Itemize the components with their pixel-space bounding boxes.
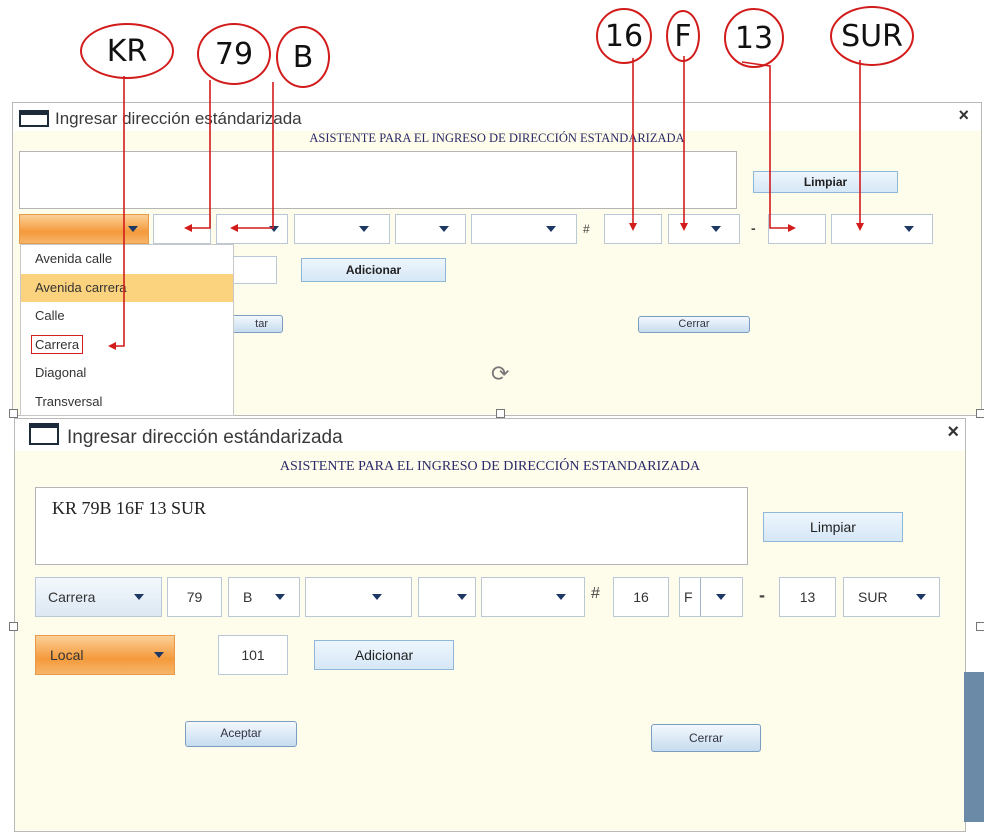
quadrant1-select[interactable]: [481, 577, 585, 617]
quadrant1-select[interactable]: [471, 214, 577, 244]
hash-symbol: #: [583, 222, 590, 236]
cross-number-input[interactable]: 16: [613, 577, 669, 617]
cross-letter-select[interactable]: F: [679, 577, 743, 617]
via-letter-select[interactable]: B: [228, 577, 300, 617]
background-panel-edge: [964, 672, 984, 822]
selection-handle[interactable]: [496, 409, 505, 418]
rotate-icon[interactable]: ⟳: [491, 361, 509, 387]
close-button[interactable]: Cerrar: [651, 724, 761, 752]
via-type-dropdown[interactable]: Avenida calle Avenida carrera Calle Carr…: [20, 244, 234, 416]
window-icon: [29, 423, 59, 445]
dropdown-item-avenida-calle[interactable]: Avenida calle: [21, 245, 233, 274]
dialog-bottom-title: Ingresar dirección estándarizada: [67, 427, 343, 448]
cross-letter-select[interactable]: [668, 214, 740, 244]
accept-button[interactable]: Aceptar: [185, 721, 297, 747]
selection-handle[interactable]: [9, 622, 18, 631]
via-type-select[interactable]: [19, 214, 149, 244]
callout-79: 79: [197, 23, 271, 85]
property-number-input[interactable]: 101: [218, 635, 288, 675]
property-number-input[interactable]: [233, 256, 277, 284]
callout-b: B: [276, 26, 330, 88]
callout-f: F: [666, 10, 700, 62]
callout-13: 13: [724, 8, 784, 68]
window-icon: [19, 110, 49, 127]
accept-button[interactable]: tar: [227, 315, 283, 333]
close-button[interactable]: Cerrar: [638, 316, 750, 333]
dialog-top-titlebar: Ingresar dirección estándarizada ×: [13, 103, 981, 131]
callout-sur: SUR: [830, 6, 914, 66]
quadrant2-select[interactable]: SUR: [843, 577, 940, 617]
dialog-bottom-close-icon[interactable]: ×: [947, 421, 959, 444]
plate-number-input[interactable]: [768, 214, 826, 244]
clear-button[interactable]: Limpiar: [763, 512, 903, 542]
callout-16: 16: [596, 8, 652, 64]
dropdown-item-calle[interactable]: Calle: [21, 302, 233, 331]
letter2-select[interactable]: [418, 577, 476, 617]
dash-symbol: -: [759, 585, 765, 605]
via-type-select[interactable]: Carrera: [35, 577, 162, 617]
hash-symbol: #: [591, 585, 600, 602]
dialog-top-title: Ingresar dirección estándarizada: [55, 109, 302, 128]
dash-symbol: -: [751, 220, 756, 236]
dialog-top-close-icon[interactable]: ×: [958, 105, 969, 126]
address-textarea[interactable]: [19, 151, 737, 209]
dialog-bottom: Ingresar dirección estándarizada × ASIST…: [14, 418, 966, 832]
add-button[interactable]: Adicionar: [314, 640, 454, 670]
callout-kr: KR: [80, 23, 174, 79]
selection-handle[interactable]: [976, 622, 984, 631]
dialog-bottom-subtitle: ASISTENTE PARA EL INGRESO DE DIRECCIÓN E…: [279, 459, 701, 474]
letter2-select[interactable]: [395, 214, 466, 244]
dropdown-item-carrera[interactable]: Carrera: [21, 331, 233, 360]
bis-select[interactable]: [294, 214, 390, 244]
quadrant2-select[interactable]: [831, 214, 933, 244]
via-number-input[interactable]: [153, 214, 211, 244]
address-textarea[interactable]: KR 79B 16F 13 SUR: [35, 487, 748, 565]
dropdown-item-transversal[interactable]: Transversal: [21, 388, 233, 417]
via-letter-select[interactable]: [216, 214, 288, 244]
plate-number-input[interactable]: 13: [779, 577, 836, 617]
dropdown-item-avenida-carrera[interactable]: Avenida carrera: [21, 273, 233, 303]
dialog-top-subtitle: ASISTENTE PARA EL INGRESO DE DIRECCIÓN E…: [309, 131, 685, 145]
clear-button[interactable]: Limpiar: [753, 171, 898, 193]
selection-handle[interactable]: [9, 409, 18, 418]
via-number-input[interactable]: 79: [167, 577, 222, 617]
dropdown-item-diagonal[interactable]: Diagonal: [21, 359, 233, 388]
bis-select[interactable]: [305, 577, 412, 617]
dialog-bottom-titlebar: Ingresar dirección estándarizada ×: [15, 419, 965, 451]
cross-number-input[interactable]: [604, 214, 662, 244]
selection-handle[interactable]: [976, 409, 984, 418]
property-type-select[interactable]: Local: [35, 635, 175, 675]
address-text: KR 79B 16F 13 SUR: [52, 498, 207, 518]
add-button[interactable]: Adicionar: [301, 258, 446, 282]
